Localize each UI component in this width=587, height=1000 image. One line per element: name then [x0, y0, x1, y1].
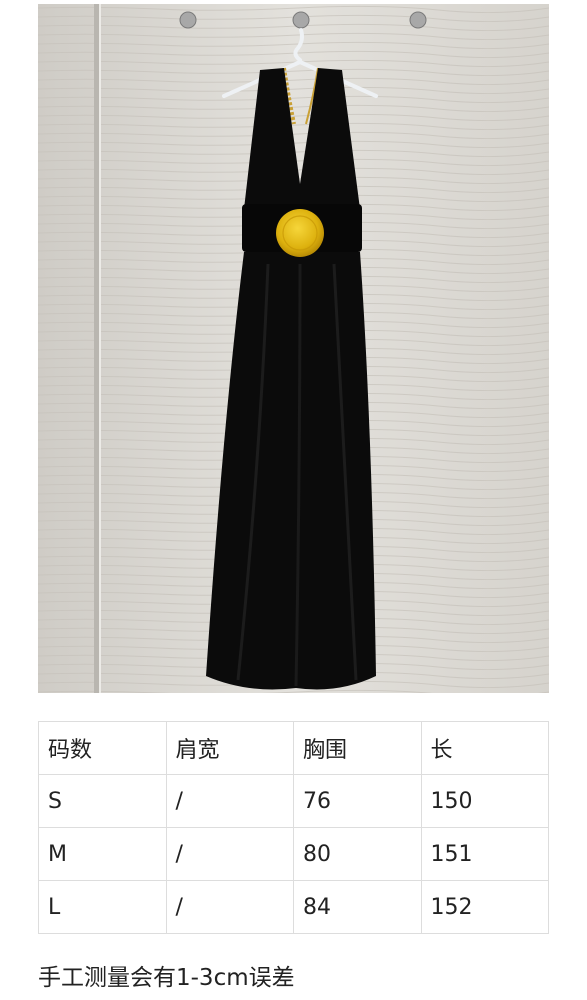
wall-knob [179, 11, 197, 29]
wall-knob [409, 11, 427, 29]
measurement-note: 手工测量会有1-3cm误差 [38, 965, 295, 991]
table-cell: 80 [293, 827, 422, 881]
table-cell: 76 [293, 774, 422, 828]
table-cell: / [165, 880, 294, 934]
table-row: S / 76 150 [38, 774, 549, 828]
table-row: M / 80 151 [38, 827, 549, 881]
table-row: L / 84 152 [38, 880, 549, 934]
table-cell: 150 [420, 774, 549, 828]
header-cell-bust: 胸围 [293, 721, 422, 775]
table-header-row: 码数 肩宽 胸围 长 [38, 721, 549, 775]
product-photo [38, 4, 549, 693]
size-table: 码数 肩宽 胸围 长 S / 76 150 M / 80 151 L / 84 … [38, 721, 549, 934]
table-cell: 84 [293, 880, 422, 934]
table-cell: 151 [420, 827, 549, 881]
wall-frame-line [94, 4, 99, 693]
table-cell: S [38, 774, 167, 828]
table-cell: M [38, 827, 167, 881]
table-cell: / [165, 827, 294, 881]
table-cell: L [38, 880, 167, 934]
header-cell-length: 长 [420, 721, 549, 775]
header-cell-shoulder: 肩宽 [165, 721, 294, 775]
wall-knob [292, 11, 310, 29]
header-cell-size: 码数 [38, 721, 167, 775]
table-cell: 152 [420, 880, 549, 934]
table-cell: / [165, 774, 294, 828]
